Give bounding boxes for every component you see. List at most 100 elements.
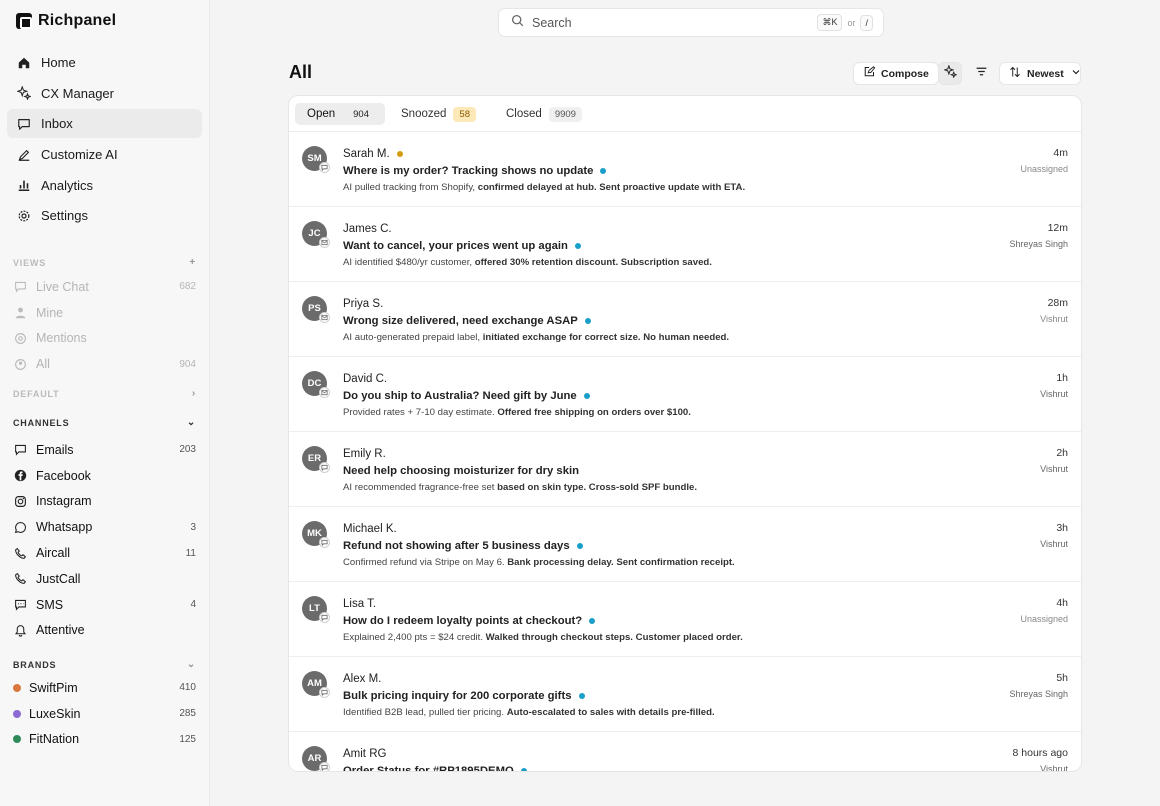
whatsapp-icon (13, 520, 27, 534)
view-label: Mentions (36, 331, 87, 346)
conversation-row[interactable]: MK Michael K. Refund not showing after 5 b… (289, 507, 1081, 582)
conversation-row[interactable]: JC James C. Want to cancel, your prices we… (289, 207, 1081, 282)
search-input[interactable]: Search (532, 16, 817, 30)
nav-item-customize-ai[interactable]: Customize AI (7, 140, 202, 169)
chevron-right-icon: › (191, 388, 196, 399)
conversation-row[interactable]: AM Alex M. Bulk pricing inquiry for 200 co… (289, 657, 1081, 732)
ai-assist-button[interactable] (938, 62, 962, 85)
summary-plain: AI recommended fragrance-free set (343, 482, 498, 493)
subject-text: Refund not showing after 5 business days (343, 540, 570, 552)
conversation-time: 8 hours ago (1012, 747, 1068, 759)
channels-header[interactable]: CHANNELS ⌄ (13, 417, 196, 428)
channel-emails[interactable]: Emails 203 (13, 437, 196, 463)
page-title: All (289, 62, 313, 82)
mail-icon (13, 443, 27, 457)
brand-luxeskin[interactable]: LuxeSkin 285 (13, 701, 196, 727)
default-header[interactable]: DEFAULT › (13, 388, 196, 399)
tab-label: Closed (506, 108, 542, 120)
customer-name-text: Sarah M. (343, 148, 390, 160)
summary-bold: initiated exchange for correct size. No … (482, 332, 730, 343)
conversation-row[interactable]: PS Priya S. Wrong size delivered, need exc… (289, 282, 1081, 357)
summary-bold: Offered free shipping on orders over $10… (497, 407, 691, 418)
conversation-row[interactable]: DC David C. Do you ship to Australia? Need… (289, 357, 1081, 432)
brand-color-dot (13, 683, 21, 692)
home-icon (17, 56, 31, 70)
subject-text: Wrong size delivered, need exchange ASAP (343, 315, 578, 327)
conversation-time: 5h (1056, 672, 1068, 684)
compose-label: Compose (881, 67, 929, 80)
sort-icon (1009, 66, 1021, 81)
view-label: Mine (36, 305, 64, 320)
subject-text: How do I redeem loyalty points at checko… (343, 615, 583, 627)
view-all[interactable]: All 904 (13, 351, 196, 377)
channel-count: 4 (190, 599, 196, 611)
conversation-row[interactable]: AR Amit RG Order Status for #RP1895DEMO 8 h… (289, 732, 1081, 771)
tab-snoozed[interactable]: Snoozed 58 (401, 103, 476, 125)
channel-aircall[interactable]: Aircall 11 (13, 540, 196, 566)
tab-closed[interactable]: Closed 9909 (506, 103, 582, 125)
view-live-chat[interactable]: Live Chat 682 (13, 274, 196, 300)
tab-label: Open (307, 108, 336, 120)
view-mentions[interactable]: Mentions (13, 326, 196, 352)
brand[interactable]: Richpanel (16, 12, 116, 30)
channel-sms[interactable]: SMS 4 (13, 592, 196, 618)
assignee[interactable]: Unassigned (1020, 164, 1068, 174)
assignee[interactable]: Vishrut (1040, 764, 1068, 771)
conversation-row[interactable]: SM Sarah M. Where is my order? Tracking sh… (289, 132, 1081, 207)
tab-count: 904 (353, 108, 369, 120)
chevron-down-icon (1070, 66, 1082, 81)
brand-fitnation[interactable]: FitNation 125 (13, 727, 196, 753)
assignee[interactable]: Vishrut (1040, 539, 1068, 549)
conversation-subject: Order Status for #RP1895DEMO (343, 765, 527, 771)
brand-label: SwiftPim (29, 680, 78, 695)
shortcut-or: or (847, 17, 856, 28)
assignee[interactable]: Shreyas Singh (1009, 239, 1068, 249)
compose-button[interactable]: Compose (853, 62, 939, 85)
views-header: VIEWS + (13, 257, 196, 268)
assignee[interactable]: Shreyas Singh (1009, 689, 1068, 699)
chat-icon (319, 762, 330, 771)
conversation-summary: Confirmed refund via Stripe on May 6. Ba… (343, 557, 735, 568)
nav-item-label: Analytics (41, 177, 94, 193)
sort-dropdown[interactable]: Newest (999, 62, 1081, 85)
assignee[interactable]: Vishrut (1040, 389, 1068, 399)
tab-count: 9909 (548, 106, 582, 122)
brand-label: FitNation (29, 732, 80, 747)
summary-bold: Walked through checkout steps. Customer … (485, 632, 743, 643)
assignee[interactable]: Vishrut (1040, 314, 1068, 324)
chat-icon (17, 117, 31, 131)
view-mine[interactable]: Mine (13, 300, 196, 326)
customer-name-text: Alex M. (343, 673, 382, 685)
search-bar[interactable]: Search ⌘K or / (498, 8, 884, 37)
nav-item-settings[interactable]: Settings (7, 201, 202, 230)
nav-item-cx-manager[interactable]: CX Manager (7, 79, 202, 108)
conversation-row[interactable]: ER Emily R. Need help choosing moisturizer… (289, 432, 1081, 507)
channel-instagram[interactable]: Instagram (13, 489, 196, 515)
tab-open[interactable]: Open 904 (295, 103, 385, 125)
pending-status-dot (396, 151, 403, 157)
assignee[interactable]: Unassigned (1020, 614, 1068, 624)
nav-item-analytics[interactable]: Analytics (7, 171, 202, 200)
channel-facebook[interactable]: Facebook (13, 463, 196, 489)
view-count: 682 (179, 281, 196, 293)
channel-label: Whatsapp (36, 520, 93, 535)
brands-header[interactable]: BRANDS ⌄ (13, 659, 196, 670)
nav-item-inbox[interactable]: Inbox (7, 109, 202, 139)
nav-item-home[interactable]: Home (7, 48, 202, 77)
conversation-summary: AI identified $480/yr customer, offered … (343, 257, 712, 268)
filter-button[interactable] (969, 62, 993, 85)
add-view-button[interactable]: + (189, 257, 196, 268)
assignee[interactable]: Vishrut (1040, 464, 1068, 474)
summary-plain: Provided rates + 7-10 day estimate. (343, 407, 498, 418)
view-label: All (36, 357, 50, 372)
conversation-summary: Provided rates + 7-10 day estimate. Offe… (343, 407, 691, 418)
brand-swiftpim[interactable]: SwiftPim 410 (13, 675, 196, 701)
sparkle-icon (17, 86, 31, 101)
channel-attentive[interactable]: Attentive (13, 618, 196, 644)
main-nav: Home CX Manager Inbox Customize AI Analy… (7, 48, 202, 232)
subject-text: Do you ship to Australia? Need gift by J… (343, 390, 577, 402)
channel-whatsapp[interactable]: Whatsapp 3 (13, 514, 196, 540)
conversation-row[interactable]: LT Lisa T. How do I redeem loyalty points … (289, 582, 1081, 657)
conversation-time: 3h (1056, 522, 1068, 534)
channel-justcall[interactable]: JustCall (13, 566, 196, 592)
